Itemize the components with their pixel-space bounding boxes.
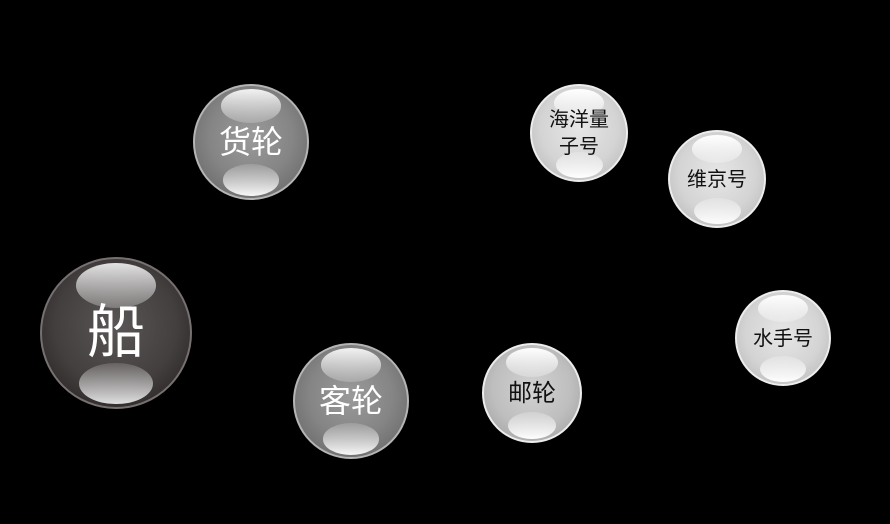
sphere-highlight-bottom [323,423,379,455]
sphere-highlight-top [691,134,743,163]
sphere-highlight-bottom [760,356,806,383]
sphere-highlight-top [758,294,808,323]
node-quantum-of-the-seas: 海洋量 子号 [530,84,628,182]
node-mariner: 水手号 [735,290,831,386]
node-mariner-label: 水手号 [753,326,813,350]
node-viking-label: 维京号 [687,167,747,191]
node-quantum-label-line2: 子号 [559,134,599,158]
node-cargo-ship: 货轮 [193,84,309,200]
sphere-highlight-bottom [508,412,556,440]
node-quantum-label: 海洋量 子号 [549,106,609,160]
node-cargo-ship-label: 货轮 [218,122,283,161]
node-quantum-label-line1: 海洋量 [549,107,609,131]
root-node-label: 船 [86,298,145,367]
sphere-highlight-top [320,348,382,382]
sphere-highlight-top [220,89,282,123]
sphere-highlight-bottom [79,362,153,405]
sphere-highlight-bottom [223,164,279,196]
node-passenger-ship-label: 客轮 [318,381,383,420]
node-passenger-ship: 客轮 [293,343,409,459]
root-node-ship: 船 [40,257,192,409]
diagram-canvas: 船 货轮 客轮 邮轮 海洋量 子号 维京号 水手号 [0,0,890,524]
node-cruise-ship-label: 邮轮 [508,378,556,407]
node-cruise-ship: 邮轮 [482,343,582,443]
node-viking: 维京号 [668,130,766,228]
sphere-highlight-top [506,347,558,377]
sphere-highlight-bottom [693,197,741,225]
